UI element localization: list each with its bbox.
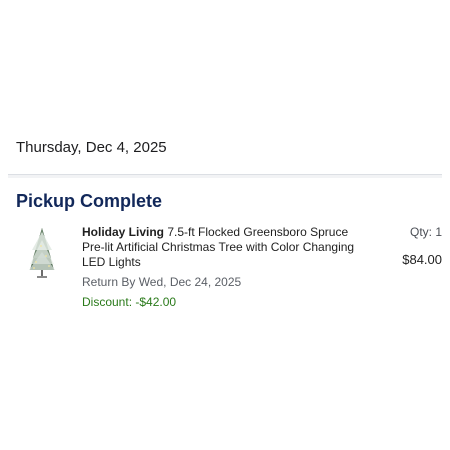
discount-amount: Discount: -$42.00: [82, 295, 177, 309]
item-price: $84.00: [402, 252, 442, 267]
item-title[interactable]: Holiday Living 7.5-ft Flocked Greensboro…: [82, 225, 362, 270]
order-panel: Thursday, Dec 4, 2025 Pickup Complete Ho…: [8, 137, 442, 313]
product-thumbnail[interactable]: [22, 226, 62, 278]
return-by-date: Return By Wed, Dec 24, 2025: [82, 275, 242, 289]
item-quantity: Qty: 1: [409, 225, 442, 239]
order-card[interactable]: Pickup Complete Holiday Living 7.5-ft Fl…: [8, 178, 442, 313]
order-date: Thursday, Dec 4, 2025: [16, 139, 167, 156]
flocked-christmas-tree-icon: [29, 228, 55, 278]
order-date-header: Thursday, Dec 4, 2025: [8, 137, 442, 175]
page-canvas: Thursday, Dec 4, 2025 Pickup Complete Ho…: [0, 0, 450, 450]
order-status-title: Pickup Complete: [16, 191, 163, 211]
item-details: Holiday Living 7.5-ft Flocked Greensboro…: [82, 225, 362, 310]
item-brand: Holiday Living: [82, 225, 165, 239]
